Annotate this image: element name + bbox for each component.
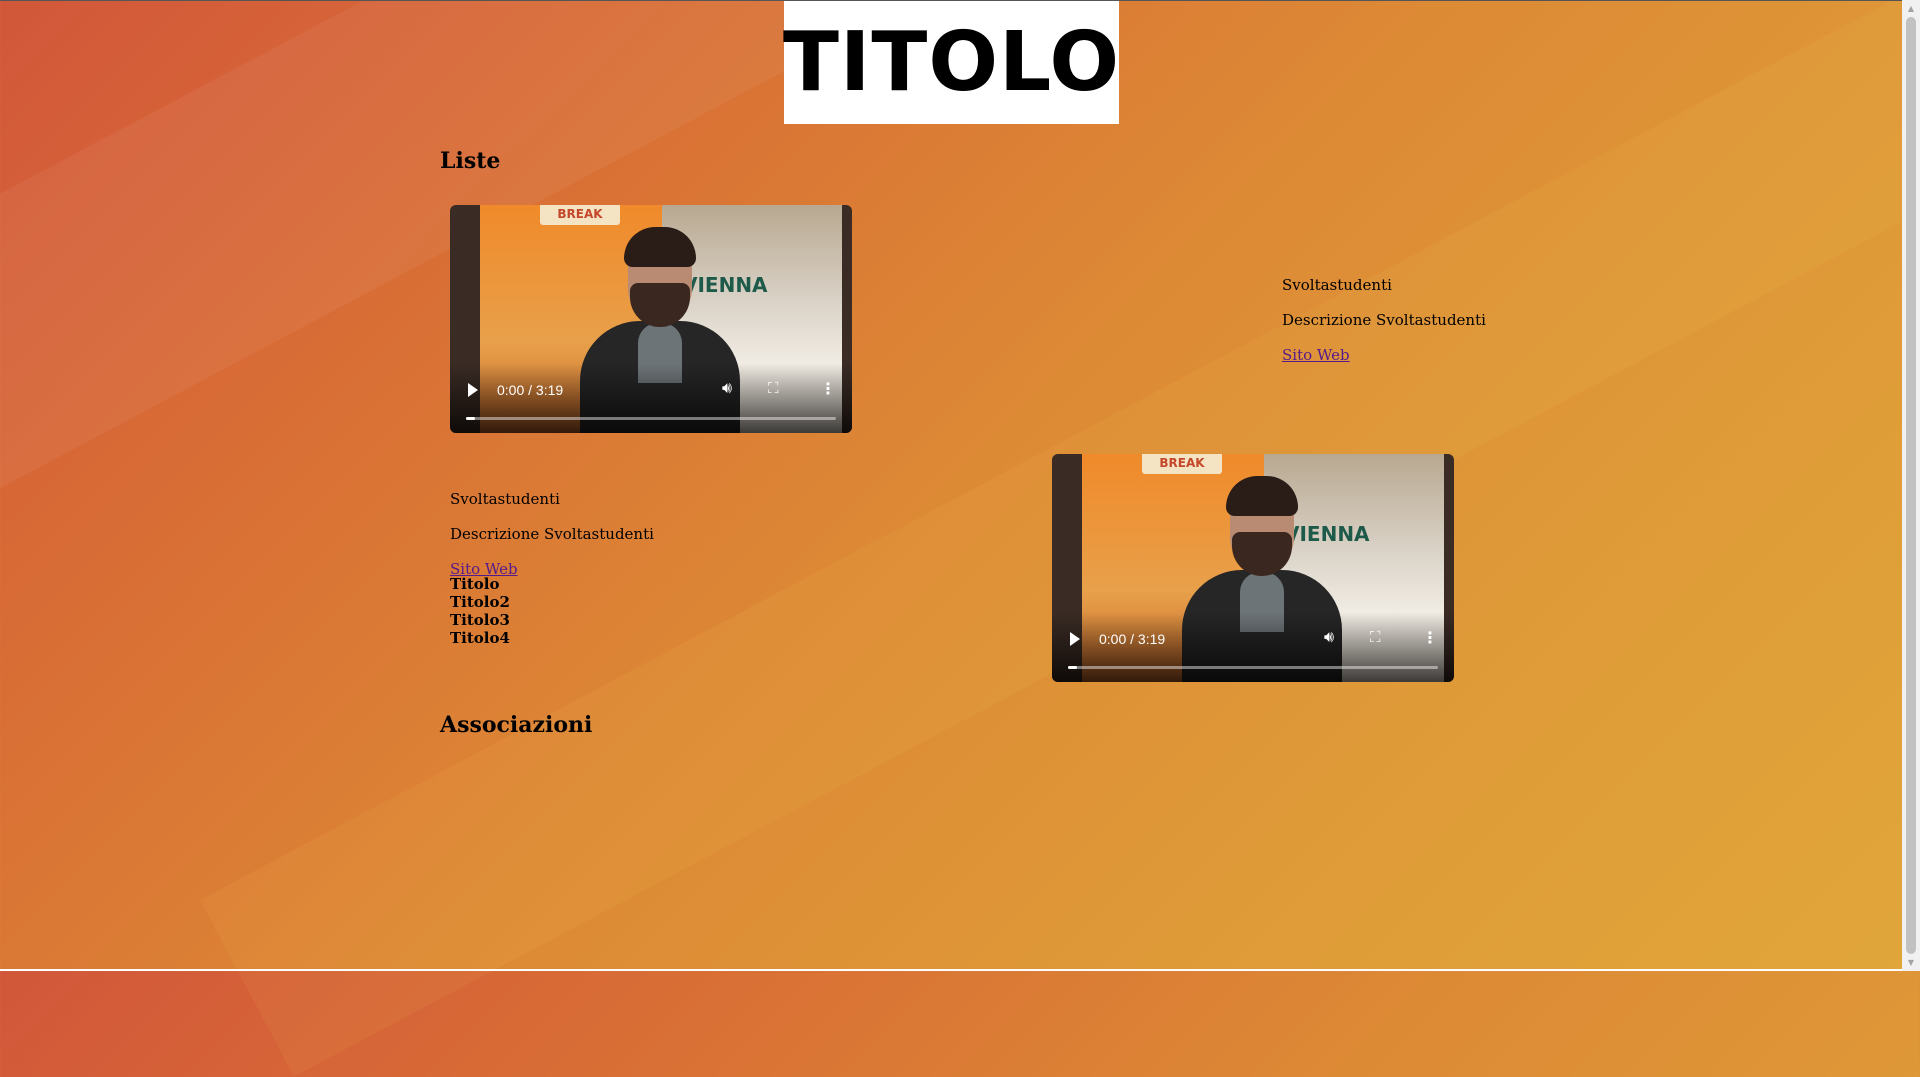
- video-time: 0:00 / 3:19: [497, 382, 564, 398]
- association-name: Svoltastudenti: [450, 490, 560, 508]
- list-item: Titolo3: [450, 611, 510, 629]
- list-item: Titolo: [450, 575, 500, 593]
- video-player-2[interactable]: BREAK VIENNA 0:00 / 3:19 🔊︎ ⛶ ⋮: [1052, 454, 1454, 682]
- fullscreen-icon[interactable]: ⛶: [1370, 629, 1381, 646]
- video-progress-fill: [1068, 666, 1077, 669]
- title-list: Titolo Titolo2 Titolo3 Titolo4: [450, 575, 510, 647]
- background-decoration: [0, 0, 1920, 1077]
- video-controls: 0:00 / 3:19 🔊︎ ⛶ ⋮: [450, 363, 852, 433]
- play-icon[interactable]: [468, 383, 478, 397]
- play-icon[interactable]: [1070, 632, 1080, 646]
- video-progress-bar[interactable]: [466, 417, 836, 420]
- more-options-icon[interactable]: ⋮: [820, 379, 836, 399]
- video-progress-bar[interactable]: [1068, 666, 1438, 669]
- website-link[interactable]: Sito Web: [1282, 346, 1350, 364]
- scroll-thumb[interactable]: [1906, 17, 1916, 954]
- association-description: Descrizione Svoltastudenti: [1282, 311, 1486, 329]
- volume-icon[interactable]: 🔊︎: [722, 380, 732, 398]
- association-info-1: Svoltastudenti Descrizione Svoltastudent…: [1282, 276, 1486, 381]
- scroll-down-arrow-icon[interactable]: ▼: [1902, 954, 1920, 971]
- more-options-icon[interactable]: ⋮: [1422, 628, 1438, 648]
- video-controls: 0:00 / 3:19 🔊︎ ⛶ ⋮: [1052, 612, 1454, 682]
- section-heading-associazioni: Associazioni: [440, 712, 593, 738]
- logo-text: TITOLO: [782, 15, 1121, 110]
- section-heading-liste: Liste: [440, 148, 501, 174]
- scroll-up-arrow-icon[interactable]: ▲: [1902, 0, 1920, 17]
- vertical-scrollbar[interactable]: ▲ ▼: [1902, 0, 1920, 971]
- list-item: Titolo4: [450, 629, 510, 647]
- video-player-1[interactable]: BREAK VIENNA 0:00 / 3:19 🔊︎ ⛶ ⋮: [450, 205, 852, 433]
- poster-title: BREAK: [540, 205, 620, 225]
- association-description: Descrizione Svoltastudenti: [450, 525, 654, 543]
- list-item: Titolo2: [450, 593, 510, 611]
- volume-icon[interactable]: 🔊︎: [1324, 629, 1334, 647]
- fullscreen-icon[interactable]: ⛶: [768, 380, 779, 397]
- association-name: Svoltastudenti: [1282, 276, 1392, 294]
- video-time: 0:00 / 3:19: [1099, 631, 1166, 647]
- site-logo: TITOLO: [782, 1, 1121, 124]
- video-progress-fill: [466, 417, 475, 420]
- poster-title: BREAK: [1142, 454, 1222, 474]
